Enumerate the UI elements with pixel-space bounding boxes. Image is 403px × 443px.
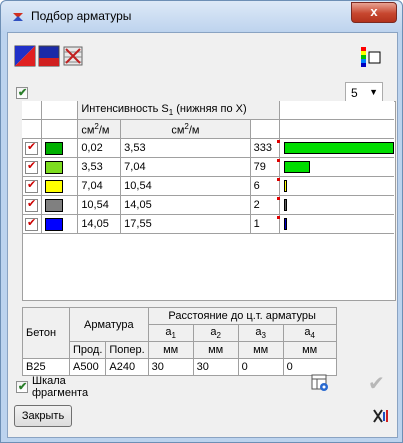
range-from: 3,53 [77, 157, 122, 177]
count-value: 2 [249, 195, 280, 215]
close-window-button[interactable]: x [351, 2, 397, 23]
a2-unit: мм [192, 341, 239, 359]
scale-fragment-checkbox[interactable]: ✔ [16, 381, 28, 393]
level-count-select[interactable]: 5 ▼ [345, 82, 383, 102]
cut-icon[interactable] [371, 407, 389, 425]
a4-unit: мм [282, 341, 337, 359]
histogram-bar [283, 199, 287, 211]
color-swatch[interactable] [45, 141, 63, 155]
histogram-bar [283, 180, 287, 192]
row-checkbox[interactable] [25, 178, 38, 193]
dialog-body: ✔ 5 ▼ Интенсивность S1 (нижняя по X) см2… [7, 32, 398, 438]
distance-header: Расстояние до ц.т. арматуры [147, 307, 337, 325]
window-title: Подбор арматуры [31, 9, 132, 23]
empty-row [22, 234, 394, 253]
trans-value[interactable]: A240 [105, 358, 149, 376]
long-value[interactable]: A500 [68, 358, 107, 376]
unit-to: см2/м [120, 119, 251, 139]
bar-cell [278, 157, 394, 177]
level-count-value: 5 [351, 86, 358, 100]
long-header: Прод. [68, 341, 107, 359]
count-value: 79 [249, 157, 280, 177]
empty-row [22, 252, 394, 270]
a1-unit: мм [147, 341, 194, 359]
count-value: 333 [249, 138, 280, 158]
empty-row [22, 270, 394, 288]
concrete-value[interactable]: B25 [22, 358, 70, 376]
row-checkbox[interactable] [25, 159, 38, 174]
table-row[interactable]: 14,0517,551 [22, 214, 394, 234]
bar-cell [278, 176, 394, 196]
a2-header: a2 [192, 324, 239, 342]
a3-unit: мм [237, 341, 284, 359]
trans-header: Попер. [105, 341, 149, 359]
bar-cell [278, 138, 394, 158]
histogram-bar [283, 142, 394, 154]
color-swatch[interactable] [45, 160, 63, 174]
red-blue-diagonal-icon[interactable] [14, 45, 36, 67]
color-swatch[interactable] [45, 217, 63, 231]
blue-red-fill-icon[interactable] [38, 45, 60, 67]
chevron-down-icon: ▼ [369, 87, 378, 97]
a2-value[interactable]: 30 [192, 358, 239, 376]
rebar-table: Бетон Арматура Расстояние до ц.т. армату… [22, 307, 337, 376]
intensity-table-panel: Интенсивность S1 (нижняя по X) см2/м см2… [22, 101, 396, 301]
a1-header: a1 [147, 324, 194, 342]
a3-header: a3 [237, 324, 284, 342]
range-to: 7,04 [120, 157, 251, 177]
bar-cell [278, 214, 394, 234]
colorbar-icon[interactable] [360, 46, 382, 68]
range-to: 17,55 [120, 214, 251, 234]
rebar-header: Арматура [69, 307, 149, 342]
apply-check-icon[interactable]: ✔ [368, 371, 385, 396]
intensity-table: Интенсивность S1 (нижняя по X) см2/м см2… [22, 101, 394, 288]
color-swatch[interactable] [45, 198, 63, 212]
range-from: 7,04 [77, 176, 122, 196]
table-row[interactable]: 3,537,0479 [22, 157, 394, 177]
a3-value[interactable]: 0 [237, 358, 284, 376]
row-checkbox[interactable] [25, 197, 38, 212]
striped-grid-icon[interactable] [62, 45, 84, 67]
scale-fragment-label: Шкала фрагмента [32, 375, 89, 399]
range-to: 14,05 [120, 195, 251, 215]
histogram-bar [283, 161, 310, 173]
a1-value[interactable]: 30 [147, 358, 194, 376]
intensity-header: Интенсивность S1 (нижняя по X) [77, 101, 280, 120]
table-row[interactable]: 0,023,53333 [22, 138, 394, 158]
range-from: 14,05 [77, 214, 122, 234]
count-value: 1 [249, 214, 280, 234]
table-row[interactable]: 7,0410,546 [22, 176, 394, 196]
range-from: 0,02 [77, 138, 122, 158]
color-swatch[interactable] [45, 179, 63, 193]
top-checkbox[interactable]: ✔ [16, 87, 28, 99]
range-from: 10,54 [77, 195, 122, 215]
unit-from: см2/м [77, 119, 122, 139]
a4-header: a4 [282, 324, 337, 342]
row-checkbox[interactable] [25, 140, 38, 155]
close-button[interactable]: Закрыть [14, 405, 72, 427]
range-to: 10,54 [120, 176, 251, 196]
title-bar: Подбор арматуры x [1, 1, 402, 31]
histogram-bar [283, 218, 287, 230]
bar-cell [278, 195, 394, 215]
dialog-window: Подбор арматуры x ✔ 5 ▼ Интенсивность S1… [0, 0, 403, 443]
count-value: 6 [249, 176, 280, 196]
settings-table-icon[interactable] [310, 373, 330, 393]
table-row[interactable]: 10,5414,052 [22, 195, 394, 215]
range-to: 3,53 [120, 138, 251, 158]
concrete-header: Бетон [22, 307, 70, 359]
rebar-app-icon [13, 13, 23, 21]
row-checkbox[interactable] [25, 216, 38, 231]
